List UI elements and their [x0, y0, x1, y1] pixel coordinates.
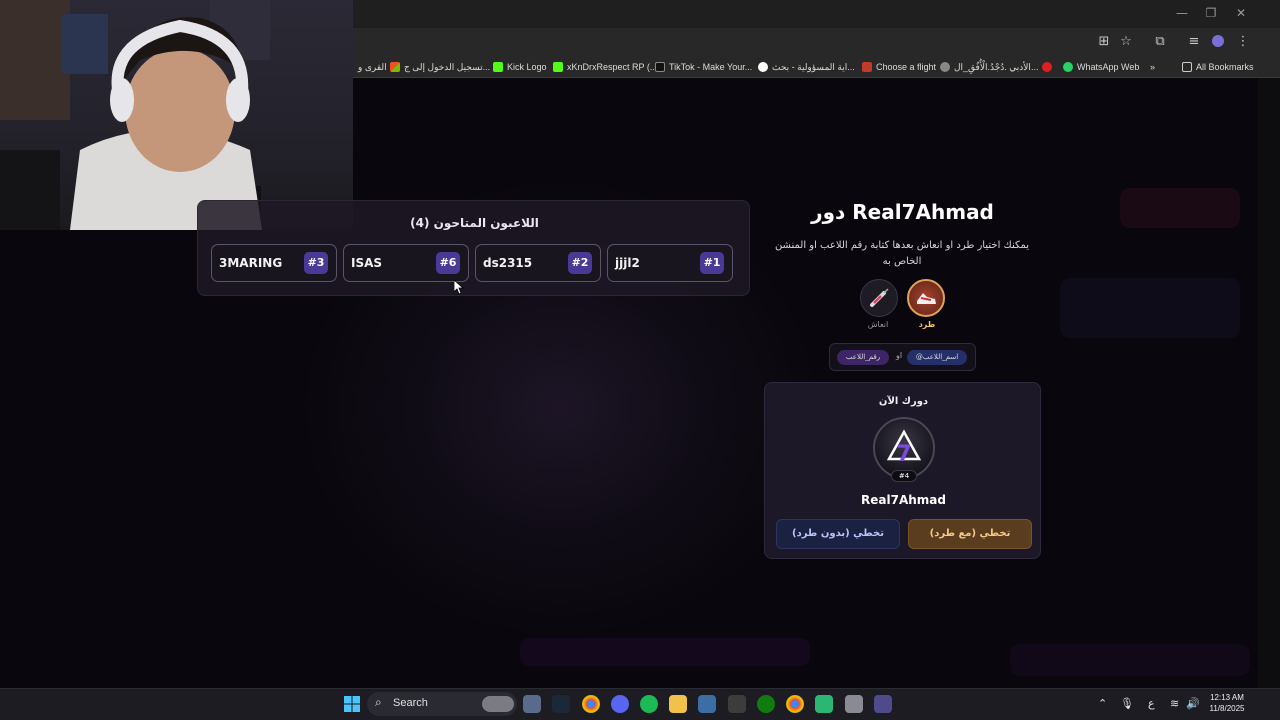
flight-icon — [862, 62, 872, 72]
player-card[interactable]: 3MARING #3 — [211, 244, 337, 282]
blurred-panel — [1010, 644, 1250, 676]
xbox-icon[interactable] — [757, 695, 775, 713]
microphone-icon[interactable]: 🎙 — [1120, 697, 1134, 710]
google-icon — [758, 62, 768, 72]
settings-icon[interactable] — [845, 695, 863, 713]
blurred-panel — [520, 638, 810, 666]
kick-icon — [493, 62, 503, 72]
player-name: ISAS — [351, 256, 383, 270]
player-rank-badge: #1 — [700, 252, 724, 274]
mouse-cursor-icon — [454, 280, 464, 295]
player-number-badge: #4 — [891, 470, 917, 482]
language-indicator[interactable]: ع — [1148, 697, 1155, 710]
svg-text:7: 7 — [896, 442, 911, 467]
extensions-icon[interactable]: ⧉ — [1151, 34, 1169, 49]
media-control-icon[interactable]: ≡ — [1185, 34, 1203, 49]
sneaker-icon — [917, 293, 936, 304]
volume-icon[interactable]: 🔊 — [1186, 697, 1200, 710]
player-rank-badge: #6 — [436, 252, 460, 274]
menu-icon[interactable]: ⋮ — [1234, 34, 1252, 49]
players-panel-title: اللاعبون المتاحون (4) — [410, 216, 539, 230]
webcam-overlay — [0, 0, 353, 230]
search-icon: ⌕ — [375, 695, 382, 709]
nvidia-icon[interactable] — [728, 695, 746, 713]
player-card[interactable]: ISAS #6 — [343, 244, 469, 282]
player-name: jjjl2 — [615, 256, 640, 270]
steam-icon[interactable] — [552, 695, 570, 713]
available-players-panel: اللاعبون المتاحون (4) 3MARING #3 ISAS #6… — [197, 200, 750, 296]
bookmark-item[interactable] — [1042, 60, 1052, 74]
bookmark-item[interactable]: القرى و — [358, 60, 387, 74]
player-name: ds2315 — [483, 256, 533, 270]
or-text: او — [896, 351, 903, 360]
spotify-icon[interactable] — [640, 695, 658, 713]
chrome-icon[interactable] — [786, 695, 804, 713]
logo-icon: 7 — [886, 429, 922, 467]
minimize-button[interactable]: — — [1172, 6, 1192, 20]
current-turn-card: دورك الآن 7 #4 Real7Ahmad تخطي (مع طرد) … — [764, 382, 1041, 559]
camera-app-icon[interactable] — [523, 695, 541, 713]
folder-icon — [1182, 62, 1192, 72]
bookmark-item[interactable]: الأدبي .دُجْدُ.الْأُفُقِ_ال... — [940, 60, 1038, 74]
player-card[interactable]: ds2315 #2 — [475, 244, 601, 282]
player-name: 3MARING — [219, 256, 283, 270]
discord-icon[interactable] — [611, 695, 629, 713]
bookmark-item[interactable]: Kick Logo — [493, 60, 547, 74]
player-rank-badge: #3 — [304, 252, 328, 274]
bookmark-item[interactable]: WhatsApp Web — [1063, 60, 1139, 74]
close-button[interactable]: ✕ — [1231, 6, 1251, 20]
blurred-panel — [1120, 188, 1240, 228]
whatsapp-icon — [1063, 62, 1073, 72]
microsoft-icon — [390, 62, 400, 72]
store-icon[interactable] — [698, 695, 716, 713]
chrome-icon[interactable] — [582, 695, 600, 713]
bookmark-item[interactable]: اية المسؤولية - بحث... — [758, 60, 855, 74]
wifi-icon[interactable]: ≋ — [1170, 697, 1179, 710]
skip-with-kick-button[interactable]: تخطي (مع طرد) — [908, 519, 1032, 549]
star-icon[interactable]: ☆ — [1117, 34, 1135, 49]
youtube-icon — [1042, 62, 1052, 72]
skip-without-kick-button[interactable]: تخطي (بدون طرد) — [776, 519, 900, 549]
restore-button[interactable]: ❐ — [1201, 6, 1221, 20]
player-number-chip: رقم_اللاعب — [837, 350, 889, 365]
scrollbar[interactable] — [1258, 78, 1280, 688]
clock-time: 12:13 AM — [1210, 693, 1244, 702]
translate-icon[interactable]: ⊞ — [1095, 34, 1113, 49]
windows-start-icon[interactable] — [343, 695, 361, 713]
revive-action-button[interactable] — [860, 279, 898, 317]
blurred-panel — [1060, 278, 1240, 338]
turn-description: يمكنك اختيار طرد او انعاش بعدها كتابة رق… — [774, 240, 1030, 267]
current-player-name: Real7Ahmad — [861, 493, 946, 507]
all-bookmarks-button[interactable]: All Bookmarks — [1182, 60, 1254, 74]
revive-action-label: انعاش — [867, 320, 889, 329]
kick-action-button[interactable] — [907, 279, 945, 317]
player-rank-badge: #2 — [568, 252, 592, 274]
file-explorer-icon[interactable] — [669, 695, 687, 713]
search-highlight-icon — [482, 696, 514, 712]
tiktok-icon — [655, 62, 665, 72]
globe-icon — [940, 62, 950, 72]
app-icon[interactable] — [815, 695, 833, 713]
streamer-camera-icon — [0, 0, 270, 230]
syringe-icon — [870, 288, 889, 307]
current-turn-title: دورك الآن — [878, 396, 929, 407]
active-app-icon[interactable] — [874, 695, 892, 713]
clock[interactable]: 12:13 AM 11/8/2025 — [1200, 692, 1254, 714]
more-bookmarks-button[interactable]: » — [1150, 60, 1155, 74]
clock-date: 11/8/2025 — [1209, 704, 1245, 713]
chevron-up-icon[interactable]: ⌃ — [1098, 697, 1107, 710]
bookmark-item[interactable]: Choose a flight — [862, 60, 936, 74]
bookmark-item[interactable]: xKnDrxRespect RP (... — [553, 60, 657, 74]
kick-action-label: طرد — [918, 320, 936, 329]
search-label: Search — [393, 697, 428, 709]
kick-icon — [553, 62, 563, 72]
profile-avatar[interactable] — [1209, 34, 1227, 52]
player-name-chip: @اسم_اللاعب — [907, 350, 967, 365]
player-card[interactable]: jjjl2 #1 — [607, 244, 733, 282]
bookmark-item[interactable]: TikTok - Make Your... — [655, 60, 752, 74]
turn-title: دور Real7Ahmad — [811, 200, 994, 224]
mention-hint: @اسم_اللاعب او رقم_اللاعب — [829, 343, 976, 371]
bookmark-item[interactable]: تسجيل الدخول إلى ج... — [390, 60, 490, 74]
